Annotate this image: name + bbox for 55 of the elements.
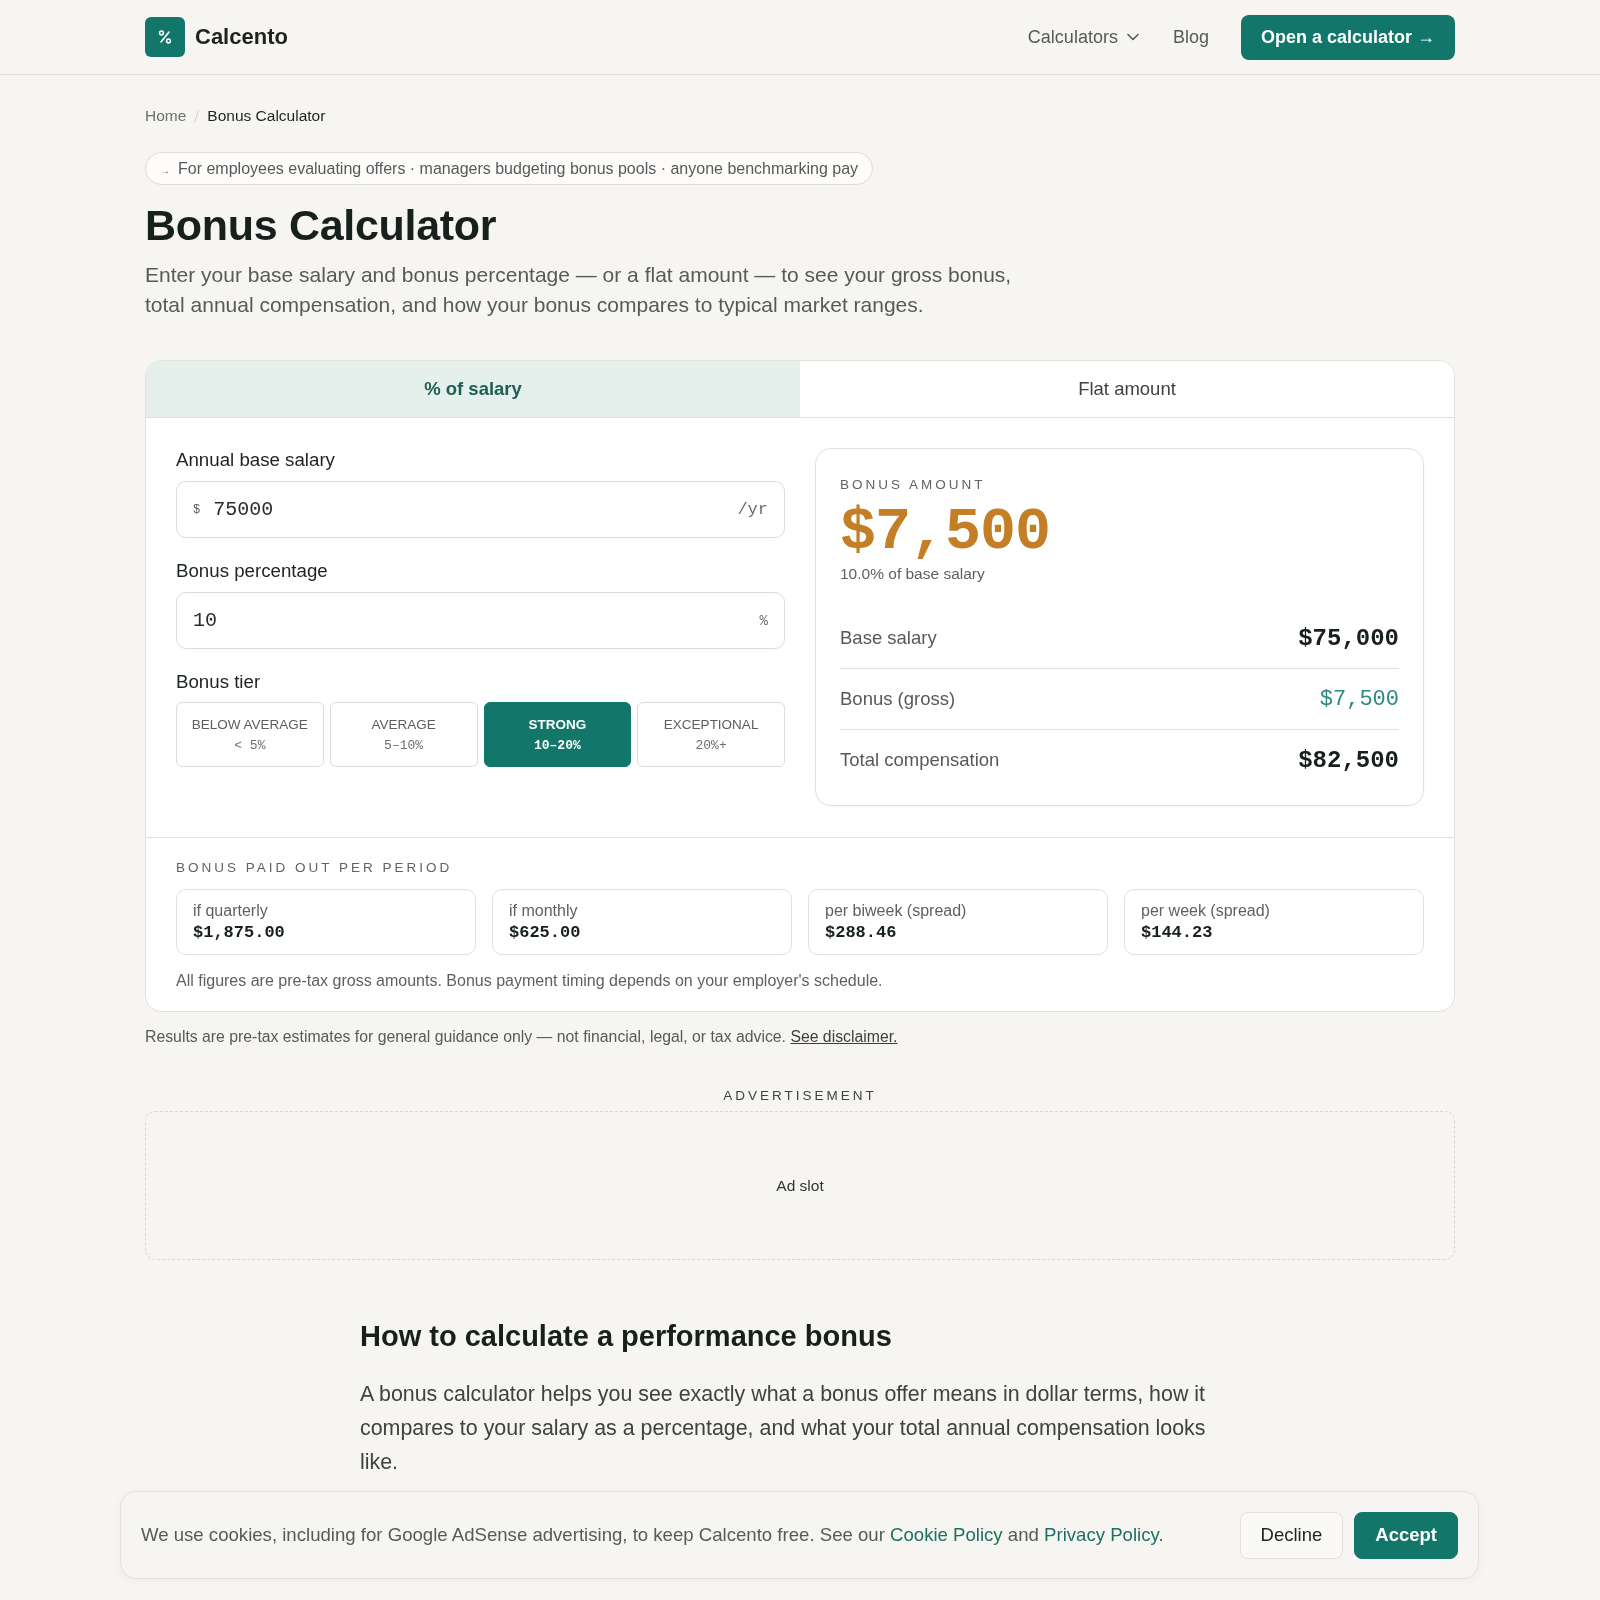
period-label: per biweek (spread) [825,901,967,921]
brand-name[interactable]: Calcento [195,24,288,50]
disclaimer-link[interactable]: See disclaimer. [790,1028,898,1045]
arrow-icon: → [160,164,170,177]
period-value: $625.00 [509,922,581,944]
tier-option[interactable]: AVERAGE 5–10% [329,702,478,767]
breadcrumb-link[interactable]: Home [145,106,187,126]
result-heading: BONUS AMOUNT [840,476,986,494]
tab[interactable]: % of salary [146,361,800,417]
chevron-down-icon [1126,33,1139,41]
article-heading: How to calculate a performance bonus [360,1319,892,1354]
field-suffix: % [759,612,768,629]
policy-link[interactable]: Cookie Policy [890,1524,1003,1545]
breadcrumb-current: Bonus Calculator [207,106,326,126]
nav-link[interactable]: Blog [1172,26,1209,48]
field-label: Annual base salary [176,448,336,472]
bonus-amount: $7,500 [840,500,1051,564]
period-label: if monthly [509,901,578,921]
period-label: per week (spread) [1141,901,1270,921]
field-label: Bonus percentage [176,559,329,583]
tier-option[interactable]: BELOW AVERAGE < 5% [176,702,324,767]
ad-label: ADVERTISEMENT [723,1087,877,1105]
policy-link[interactable]: Privacy Policy [1044,1524,1159,1545]
article-paragraph: A bonus calculator helps you see exactly what a bonus offer means in dollar terms, how it compares to your salary as a percentage, and what your total annual compensation looks like. [360,1381,1207,1476]
decline-button[interactable]: Decline [1239,1511,1344,1559]
section-heading: BONUS PAID OUT PER PERIOD [176,859,453,877]
input-field[interactable]: $ 75000 /yr [176,481,785,538]
result-value: $82,500 [1298,746,1399,774]
logo-icon[interactable] [145,17,185,57]
intro-text: Enter your base salary and bonus percentage — or a flat amount — to see your gross bonus, total annual compensation, and how your bonus compares to typical market ranges. [145,262,1013,318]
accept-button[interactable]: Accept [1354,1511,1458,1559]
result-label: Base salary [840,627,937,649]
cookie-message: We use cookies, including for Google AdSense advertising, to keep Calcento free. See our Cookie Policy and Privacy Policy. [141,1524,1164,1546]
result-value: $75,000 [1298,624,1399,652]
tier-option[interactable]: EXCEPTIONAL 20%+ [637,702,785,767]
tier-option[interactable]: STRONG 10–20% [483,702,632,767]
open-calculator-button[interactable]: Open a calculator → [1240,14,1455,60]
period-value: $288.46 [825,922,897,944]
result-label: Bonus (gross) [840,688,956,710]
period-value: $144.23 [1141,922,1213,944]
nav-dropdown[interactable]: Calculators [1027,26,1139,48]
period-value: $1,875.00 [193,922,285,944]
input-field[interactable]: 10 % [176,592,785,649]
result-value: $7,500 [1319,686,1399,712]
result-label: Total compensation [840,749,1000,771]
footnote-text: All figures are pre-tax gross amounts. Bonus payment timing depends on your employer's schedule. [176,971,883,991]
bonus-percent-note: 10.0% of base salary [840,564,985,584]
ad-slot-text: Ad slot [776,1176,824,1195]
period-label: if quarterly [193,901,268,921]
audience-text: For employees evaluating offers · managers budgeting bonus pools · anyone benchmarking pay [178,159,859,178]
field-suffix: /yr [737,500,768,519]
field-prefix: $ [193,502,201,517]
disclaimer-text: Results are pre-tax estimates for general guidance only — not financial, legal, or tax advice. See disclaimer. [145,1027,898,1047]
field-label: Bonus tier [176,670,262,694]
page-title: Bonus Calculator [145,200,498,250]
